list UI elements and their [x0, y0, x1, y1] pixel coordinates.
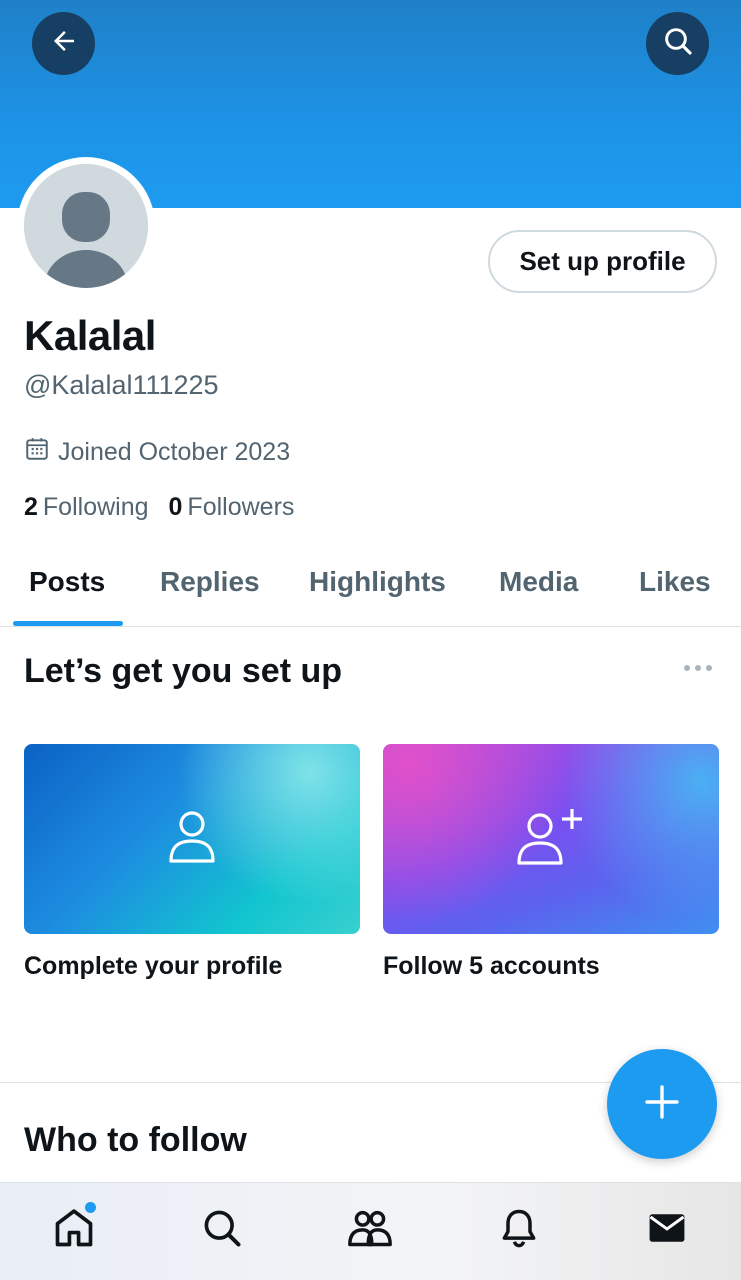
- search-icon: [662, 25, 694, 62]
- messages-icon: [645, 1206, 689, 1255]
- following-count: 2: [24, 493, 38, 521]
- profile-tabs: Posts Replies Highlights Media Likes: [0, 548, 741, 627]
- bottom-navigation: [0, 1182, 741, 1280]
- tab-likes[interactable]: Likes: [639, 566, 711, 598]
- following-link[interactable]: 2 Following: [24, 493, 149, 522]
- followers-link[interactable]: 0 Followers: [169, 493, 295, 522]
- joined-date: Joined October 2023: [24, 436, 290, 469]
- avatar: [24, 164, 148, 288]
- notifications-icon: [497, 1206, 541, 1255]
- search-icon: [200, 1206, 244, 1255]
- avatar-ring[interactable]: [17, 157, 155, 295]
- home-unread-dot: [85, 1202, 96, 1213]
- tab-highlights[interactable]: Highlights: [309, 566, 446, 598]
- follow-stats: 2 Following 0 Followers: [24, 493, 294, 522]
- person-add-icon: [516, 807, 586, 872]
- who-to-follow-title: Who to follow: [24, 1121, 247, 1159]
- complete-profile-card-image: [24, 744, 360, 934]
- calendar-icon: [24, 436, 50, 469]
- nav-communities[interactable]: [345, 1205, 395, 1255]
- back-button[interactable]: [32, 12, 95, 75]
- display-name: Kalalal: [24, 312, 156, 359]
- tab-posts[interactable]: Posts: [29, 566, 105, 598]
- compose-post-button[interactable]: [607, 1049, 717, 1159]
- nav-messages[interactable]: [642, 1205, 692, 1255]
- setup-section-title: Let’s get you set up: [24, 652, 343, 690]
- arrow-left-icon: [49, 26, 79, 61]
- nav-notifications[interactable]: [494, 1205, 544, 1255]
- followers-label: Followers: [187, 493, 295, 521]
- follow-accounts-card-image: [383, 744, 719, 934]
- following-label: Following: [42, 493, 149, 521]
- nav-explore[interactable]: [197, 1205, 247, 1255]
- communities-icon: [346, 1206, 394, 1255]
- follow-accounts-label: Follow 5 accounts: [383, 952, 600, 980]
- tab-media[interactable]: Media: [499, 566, 578, 598]
- complete-profile-label: Complete your profile: [24, 952, 283, 980]
- set-up-profile-button[interactable]: Set up profile: [488, 230, 717, 293]
- complete-profile-card[interactable]: Complete your profile: [24, 744, 360, 981]
- plus-icon: [644, 1084, 680, 1125]
- more-options-icon[interactable]: [684, 660, 716, 676]
- follow-accounts-card[interactable]: Follow 5 accounts: [383, 744, 719, 981]
- search-button[interactable]: [646, 12, 709, 75]
- tab-replies[interactable]: Replies: [160, 566, 260, 598]
- user-handle: @Kalalal111225: [24, 370, 219, 400]
- default-avatar-icon: [24, 164, 148, 288]
- person-icon: [167, 809, 217, 870]
- joined-text: Joined October 2023: [58, 438, 291, 466]
- followers-count: 0: [168, 493, 183, 521]
- active-tab-indicator: [13, 621, 123, 626]
